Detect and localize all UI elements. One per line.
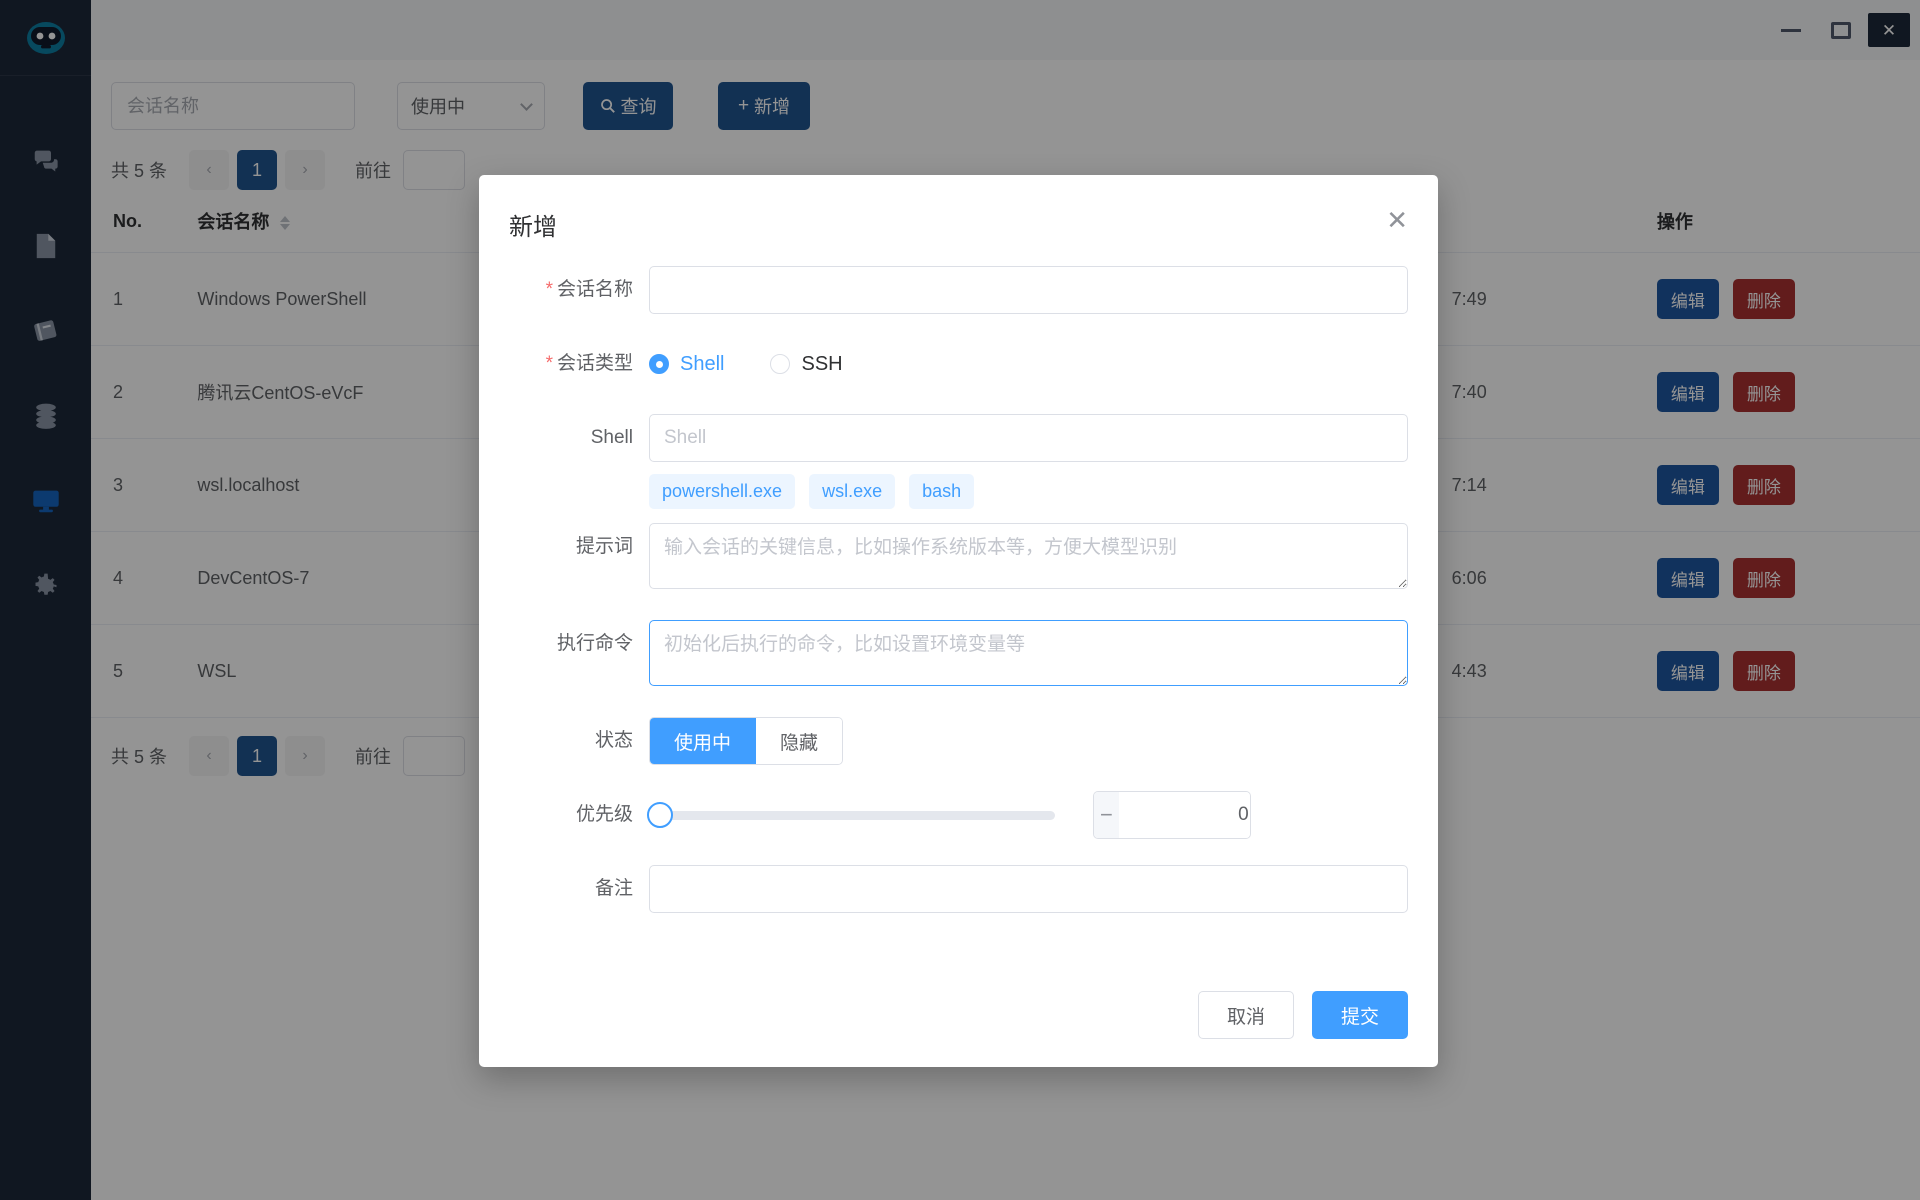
cancel-button[interactable]: 取消: [1197, 991, 1294, 1039]
label-prompt: 提示词: [575, 536, 633, 557]
dialog-body: * 会话名称 * 会话类型 Shell SSH Shell Shell powe…: [479, 242, 1438, 913]
status-option-active[interactable]: 使用中: [650, 718, 757, 764]
field-status: 状态 使用中 隐藏: [509, 717, 1408, 765]
field-priority: 优先级 − +: [509, 791, 1408, 839]
exec-command-textarea[interactable]: [649, 620, 1408, 686]
control-status: 使用中 隐藏: [649, 717, 1408, 765]
priority-stepper: − +: [1093, 791, 1251, 839]
label-session-type-text: 会话类型: [556, 353, 633, 374]
field-shell: Shell powershell.exe wsl.exe bash: [509, 414, 1408, 509]
shell-tag-wsl-exe[interactable]: wsl.exe: [809, 474, 896, 509]
remark-input[interactable]: [649, 865, 1408, 913]
prompt-textarea[interactable]: [649, 523, 1408, 589]
radio-shell-label: Shell: [680, 352, 725, 375]
dialog-close-button[interactable]: ✕: [1386, 207, 1408, 233]
shell-suggestion-tags: powershell.exe wsl.exe bash: [649, 474, 1408, 509]
radio-ssh-dot: [770, 354, 791, 374]
dialog-title: 新增: [509, 214, 557, 241]
status-segmented-control: 使用中 隐藏: [649, 717, 844, 765]
radio-shell[interactable]: Shell: [649, 353, 724, 376]
dialog-header: 新增 ✕: [479, 175, 1438, 242]
field-remark: 备注: [509, 865, 1408, 913]
priority-slider-line: − +: [647, 791, 1408, 839]
submit-button[interactable]: 提交: [1311, 991, 1408, 1039]
required-asterisk: *: [545, 353, 553, 374]
shell-tag-bash[interactable]: bash: [909, 474, 975, 509]
status-option-hidden[interactable]: 隐藏: [756, 718, 843, 764]
label-status: 状态: [594, 730, 633, 751]
priority-slider-rail: [649, 810, 1055, 820]
shell-input[interactable]: [649, 414, 1408, 462]
field-session-type: * 会话类型 Shell SSH: [509, 340, 1408, 388]
control-remark: [649, 865, 1408, 913]
label-shell: Shell: [590, 427, 633, 448]
label-session-name: * 会话名称: [509, 266, 649, 314]
control-session-type: Shell SSH: [649, 340, 1408, 388]
session-type-radio-group: Shell SSH: [649, 340, 1408, 388]
label-exec-command: 执行命令: [556, 633, 633, 654]
control-exec-command: [649, 620, 1408, 691]
label-priority: 优先级: [575, 804, 633, 825]
session-name-input[interactable]: [649, 266, 1408, 314]
control-prompt: [649, 523, 1408, 594]
app-window: ✕ 使用中 查询 + 新增 共 5 条 ‹: [0, 0, 1920, 1200]
dialog-footer: 取消 提交: [1197, 991, 1408, 1039]
label-session-type: * 会话类型: [509, 340, 649, 388]
label-remark: 备注: [594, 878, 633, 899]
radio-ssh[interactable]: SSH: [770, 352, 843, 376]
field-prompt: 提示词: [509, 523, 1408, 594]
add-session-dialog: 新增 ✕ * 会话名称 * 会话类型 Shell SSH Shell Shell…: [479, 175, 1438, 1067]
priority-slider[interactable]: [647, 791, 1055, 839]
priority-slider-knob[interactable]: [647, 802, 673, 828]
shell-tag-powershell-exe[interactable]: powershell.exe: [649, 474, 796, 509]
control-priority: − +: [647, 791, 1408, 839]
label-session-name-text: 会话名称: [556, 279, 633, 300]
control-shell: powershell.exe wsl.exe bash: [649, 414, 1408, 509]
radio-shell-dot: [649, 354, 669, 374]
priority-decrement-button[interactable]: −: [1094, 792, 1119, 838]
field-exec-command: 执行命令: [509, 620, 1408, 691]
priority-value-input[interactable]: [1118, 792, 1250, 838]
required-asterisk: *: [545, 279, 553, 300]
radio-ssh-label: SSH: [801, 352, 843, 375]
field-session-name: * 会话名称: [509, 266, 1408, 314]
control-session-name: [649, 266, 1408, 314]
